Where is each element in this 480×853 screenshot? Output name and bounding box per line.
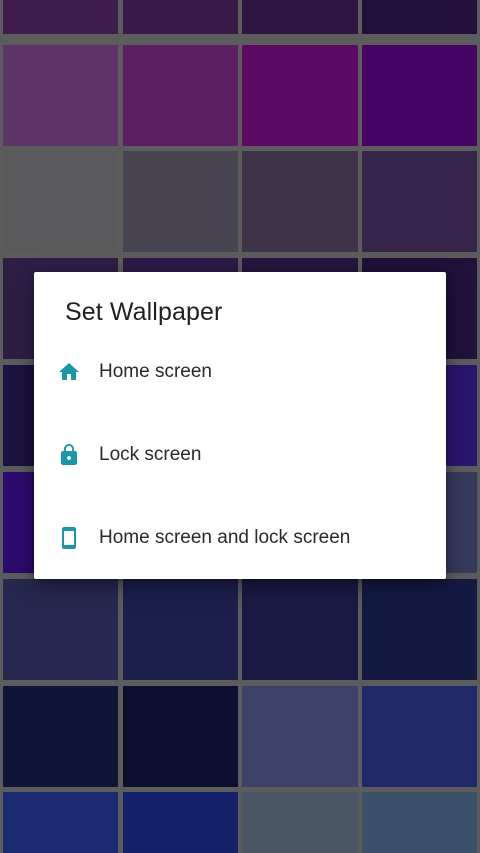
wallpaper-swatch[interactable] (242, 151, 358, 252)
wallpaper-swatch[interactable] (242, 686, 358, 787)
wallpaper-swatch[interactable] (362, 686, 477, 787)
wallpaper-swatch[interactable] (362, 0, 477, 34)
wallpaper-swatch[interactable] (123, 686, 238, 787)
wallpaper-swatch[interactable] (362, 579, 477, 680)
wallpaper-swatch[interactable] (123, 151, 238, 252)
option-lock-screen[interactable]: Lock screen (34, 425, 446, 485)
wallpaper-swatch[interactable] (3, 686, 118, 787)
option-home-screen[interactable]: Home screen (34, 342, 446, 402)
wallpaper-swatch[interactable] (123, 792, 238, 853)
wallpaper-swatch[interactable] (242, 45, 358, 146)
wallpaper-picker-screen: Set Wallpaper Home screen Lock screen Ho… (0, 0, 480, 853)
option-label: Lock screen (99, 444, 202, 465)
set-wallpaper-dialog: Set Wallpaper Home screen Lock screen Ho… (34, 272, 446, 579)
smartphone-icon (56, 525, 82, 551)
dialog-title: Set Wallpaper (65, 298, 223, 326)
wallpaper-swatch[interactable] (3, 792, 118, 853)
wallpaper-swatch[interactable] (3, 0, 118, 34)
wallpaper-swatch[interactable] (123, 45, 238, 146)
wallpaper-swatch[interactable] (362, 151, 477, 252)
wallpaper-swatch[interactable] (362, 792, 477, 853)
option-label: Home screen (99, 361, 212, 382)
wallpaper-swatch[interactable] (242, 792, 358, 853)
lock-icon (56, 442, 82, 468)
option-label: Home screen and lock screen (99, 527, 351, 548)
home-icon (56, 359, 82, 385)
wallpaper-swatch[interactable] (3, 151, 118, 252)
wallpaper-swatch[interactable] (242, 0, 358, 34)
wallpaper-swatch[interactable] (123, 0, 238, 34)
wallpaper-swatch[interactable] (362, 45, 477, 146)
wallpaper-swatch[interactable] (123, 579, 238, 680)
wallpaper-swatch[interactable] (3, 45, 118, 146)
wallpaper-swatch[interactable] (242, 579, 358, 680)
option-home-and-lock-screen[interactable]: Home screen and lock screen (34, 508, 446, 568)
wallpaper-swatch[interactable] (3, 579, 118, 680)
